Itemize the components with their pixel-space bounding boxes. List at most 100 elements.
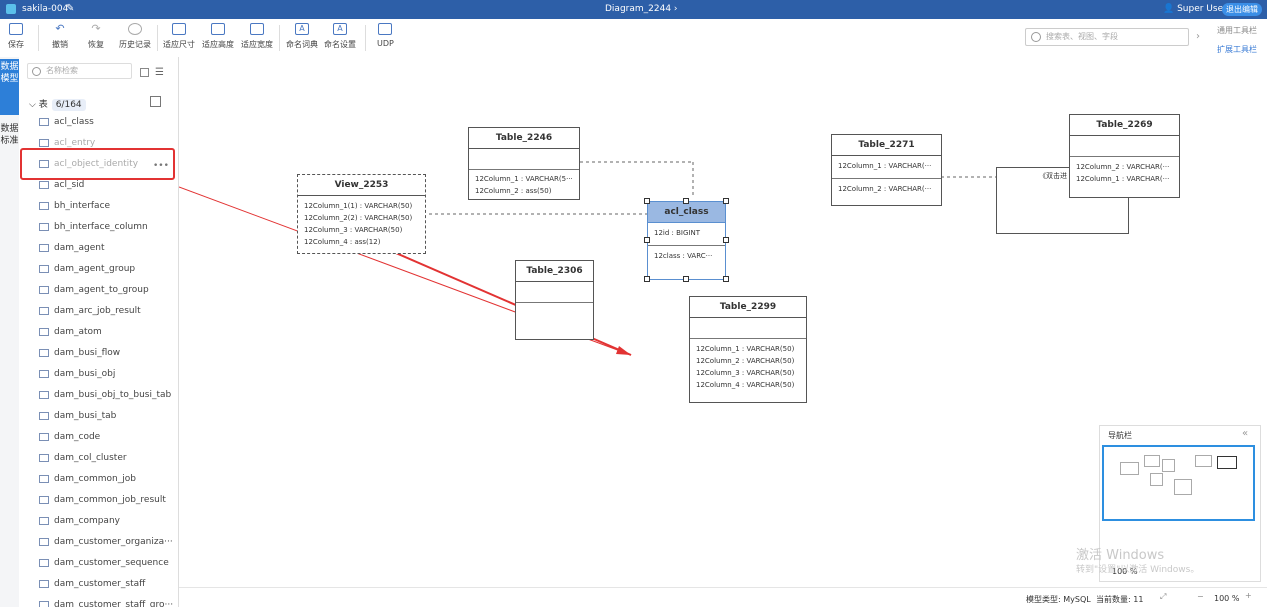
- entity-table-2299[interactable]: Table_2299 12Column_1 : VARCHAR(50) 12Co…: [689, 296, 807, 403]
- vertical-tabs: 数据模型 数据标准: [0, 57, 20, 607]
- column-row: 12Column_4 : ass(12): [304, 238, 381, 246]
- table-icon: [39, 474, 49, 483]
- minimap[interactable]: [1102, 445, 1255, 521]
- table-name: dam_atom: [54, 327, 102, 337]
- checkbox-icon[interactable]: [140, 68, 149, 77]
- zoom-in-icon[interactable]: +: [1245, 591, 1252, 600]
- table-count-badge: 6/164: [51, 99, 86, 111]
- sidebar-table-item[interactable]: dam_busi_obj_to_busi_tab: [39, 390, 171, 406]
- general-toolbar-tab[interactable]: 通用工具栏: [1217, 25, 1257, 36]
- fit-height-button[interactable]: 适应高度: [202, 23, 234, 50]
- table-name: dam_busi_tab: [54, 411, 117, 421]
- resize-handle[interactable]: [644, 237, 650, 243]
- sidebar-table-item[interactable]: dam_common_job_result: [39, 495, 166, 511]
- entity-table-2269[interactable]: Table_2269 12Column_2 : VARCHAR(··· 12Co…: [1069, 114, 1180, 198]
- save-button[interactable]: 保存: [8, 23, 24, 50]
- fit-size-button[interactable]: 适应尺寸: [163, 23, 195, 50]
- diagram-title[interactable]: Diagram_2244 ›: [605, 4, 678, 14]
- zoom-level: 100 %: [1214, 594, 1240, 603]
- fit-width-button[interactable]: 适应宽度: [241, 23, 273, 50]
- sidebar-table-item[interactable]: dam_common_job: [39, 474, 136, 490]
- sidebar-search-input[interactable]: 名称检索: [27, 63, 132, 79]
- sidebar-table-item[interactable]: acl_class: [39, 117, 94, 133]
- resize-handle[interactable]: [723, 276, 729, 282]
- entity-table-2246[interactable]: Table_2246 12Column_1 : VARCHAR(5··· 12C…: [468, 127, 580, 200]
- undo-icon: ↶: [55, 22, 65, 35]
- column-row: 12Column_2 : VARCHAR(···: [838, 185, 932, 193]
- resize-handle[interactable]: [683, 198, 689, 204]
- sidebar-table-item[interactable]: dam_busi_tab: [39, 411, 116, 427]
- navigator-title: 导航栏: [1108, 431, 1132, 440]
- column-row: 12Column_2 : VARCHAR(50): [696, 357, 795, 365]
- collapse-icon[interactable]: «: [1242, 428, 1248, 439]
- sidebar-table-item[interactable]: dam_company: [39, 516, 120, 532]
- resize-handle[interactable]: [683, 276, 689, 282]
- fullscreen-icon[interactable]: ⤢: [1160, 592, 1166, 602]
- tab-data-model[interactable]: 数据模型: [0, 59, 19, 115]
- sidebar-table-item[interactable]: dam_busi_obj: [39, 369, 115, 385]
- toolbar-search-input[interactable]: 搜索表、视图、字段: [1025, 28, 1189, 46]
- sidebar-table-item[interactable]: dam_customer_staff: [39, 579, 145, 595]
- entity-table-2271[interactable]: Table_2271 12Column_1 : VARCHAR(··· 12Co…: [831, 134, 942, 206]
- table-icon: [39, 243, 49, 252]
- sidebar-table-item[interactable]: dam_agent_to_group: [39, 285, 149, 301]
- resize-handle[interactable]: [723, 237, 729, 243]
- table-icon: [39, 558, 49, 567]
- sidebar-table-item[interactable]: bh_interface_column: [39, 222, 148, 238]
- sidebar-table-item[interactable]: dam_arc_job_result: [39, 306, 141, 322]
- redo-button[interactable]: ↷ 恢复: [88, 23, 104, 50]
- list-filter-icon[interactable]: ☰: [155, 67, 164, 78]
- watermark-line1: 激活 Windows: [1076, 548, 1165, 563]
- sidebar-table-item[interactable]: dam_customer_sequence: [39, 558, 169, 574]
- entity-table-2306[interactable]: Table_2306: [515, 260, 594, 340]
- extended-toolbar-tab[interactable]: 扩展工具栏: [1217, 44, 1257, 55]
- exit-edit-button[interactable]: 退出编辑: [1222, 3, 1262, 16]
- table-name: dam_agent_to_group: [54, 285, 149, 295]
- table-icon: [39, 579, 49, 588]
- edit-pencil-icon[interactable]: ✎: [66, 3, 74, 14]
- user-menu[interactable]: 👤 Super User: [1163, 4, 1227, 14]
- sidebar-table-item[interactable]: dam_atom: [39, 327, 102, 343]
- column-row: 12Column_3 : VARCHAR(50): [696, 369, 795, 377]
- table-name: dam_common_job_result: [54, 495, 166, 505]
- resize-handle[interactable]: [723, 198, 729, 204]
- tree-table-node[interactable]: ⌵ 表 6/164: [29, 97, 86, 111]
- sidebar-table-item[interactable]: dam_col_cluster: [39, 453, 127, 469]
- search-icon: [32, 67, 41, 76]
- table-icon: [39, 411, 49, 420]
- sidebar-table-item[interactable]: dam_agent: [39, 243, 105, 259]
- resize-handle[interactable]: [644, 276, 650, 282]
- sidebar-table-item[interactable]: bh_interface: [39, 201, 110, 217]
- tab-data-standard[interactable]: 数据标准: [0, 123, 19, 179]
- pk-row: 12id : BIGINT: [648, 223, 725, 246]
- sidebar-table-item[interactable]: dam_agent_group: [39, 264, 135, 280]
- sidebar-table-item[interactable]: dam_code: [39, 432, 100, 448]
- undo-button[interactable]: ↶ 撤销: [52, 23, 68, 50]
- naming-dict-button[interactable]: A 命名词典: [286, 23, 318, 50]
- entity-view-2253[interactable]: View_2253 12Column_1(1) : VARCHAR(50) 12…: [297, 174, 426, 254]
- add-table-icon[interactable]: [150, 96, 161, 107]
- column-row: 12Column_2 : ass(50): [475, 187, 552, 195]
- sidebar-table-item[interactable]: dam_customer_organiza···: [39, 537, 173, 553]
- entity-acl-class[interactable]: acl_class 12id : BIGINT 12class : VARC··…: [647, 201, 726, 280]
- zoom-out-icon[interactable]: −: [1197, 592, 1204, 601]
- udp-button[interactable]: UDP: [377, 23, 394, 48]
- history-button[interactable]: 历史记录: [119, 23, 151, 50]
- sidebar-table-item[interactable]: dam_busi_flow: [39, 348, 120, 364]
- table-name: dam_agent_group: [54, 264, 136, 274]
- table-icon: [39, 285, 49, 294]
- naming-settings-button[interactable]: A 命名设置: [324, 23, 356, 50]
- entity-title: Table_2271: [832, 135, 941, 156]
- entity-title: View_2253: [298, 175, 425, 196]
- sidebar-table-item[interactable]: dam_customer_staff_gro···: [39, 600, 173, 607]
- table-icon: [39, 117, 49, 126]
- table-name: acl_entry: [54, 138, 96, 148]
- chevron-right-icon[interactable]: ›: [1196, 31, 1200, 42]
- model-type: 模型类型: MySQL: [1026, 595, 1091, 604]
- table-name: dam_col_cluster: [54, 453, 127, 463]
- sidebar-table-item[interactable]: acl_sid: [39, 180, 84, 196]
- resize-handle[interactable]: [644, 198, 650, 204]
- table-name: dam_customer_staff_gro···: [54, 600, 174, 607]
- table-icon: [39, 327, 49, 336]
- table-icon: [39, 495, 49, 504]
